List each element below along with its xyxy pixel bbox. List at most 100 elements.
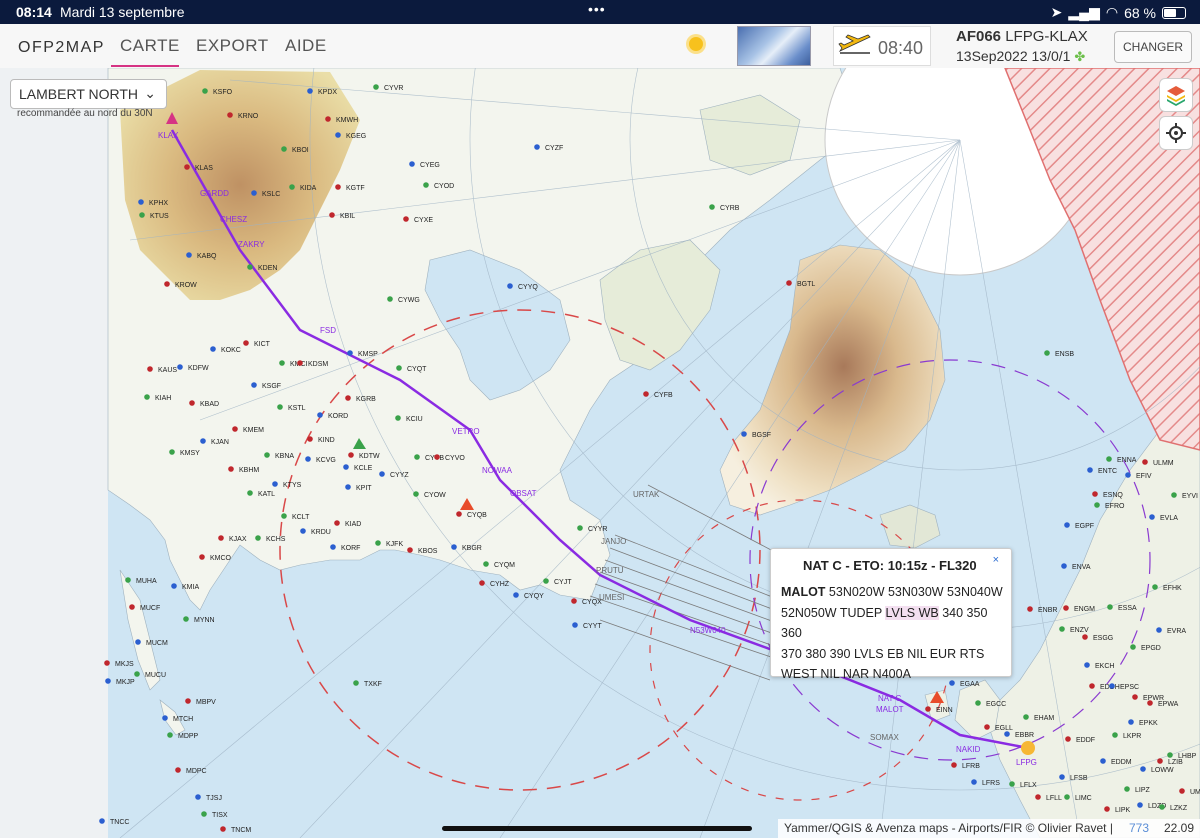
- airport-marker[interactable]: [348, 452, 354, 458]
- airport-marker[interactable]: [164, 281, 170, 287]
- flight-map[interactable]: KLAX GARDD CHESZ ZAKRY FSD VETRO NOWAA OBSAT N53…: [0, 68, 1200, 838]
- airport-marker[interactable]: [1124, 786, 1130, 792]
- airport-marker[interactable]: [232, 426, 238, 432]
- airport-marker[interactable]: [134, 671, 140, 677]
- airport-marker[interactable]: [144, 394, 150, 400]
- airport-marker[interactable]: [325, 116, 331, 122]
- airport-marker[interactable]: [169, 449, 175, 455]
- airport-marker[interactable]: [741, 431, 747, 437]
- airport-marker[interactable]: [183, 616, 189, 622]
- airport-marker[interactable]: [1100, 758, 1106, 764]
- airport-marker[interactable]: [1061, 563, 1067, 569]
- airport-marker[interactable]: [1112, 732, 1118, 738]
- airport-marker[interactable]: [1027, 606, 1033, 612]
- airport-marker[interactable]: [1084, 662, 1090, 668]
- airport-marker[interactable]: [199, 554, 205, 560]
- airport-marker[interactable]: [1157, 758, 1163, 764]
- airport-marker[interactable]: [1104, 806, 1110, 812]
- airport-marker[interactable]: [1137, 802, 1143, 808]
- airport-marker[interactable]: [507, 283, 513, 289]
- airport-marker[interactable]: [218, 535, 224, 541]
- airport-marker[interactable]: [1171, 492, 1177, 498]
- airport-marker[interactable]: [403, 216, 409, 222]
- airport-marker[interactable]: [1125, 472, 1131, 478]
- airport-marker[interactable]: [483, 561, 489, 567]
- airport-marker[interactable]: [1087, 467, 1093, 473]
- airport-marker[interactable]: [1064, 522, 1070, 528]
- airport-marker[interactable]: [330, 544, 336, 550]
- airport-marker[interactable]: [379, 471, 385, 477]
- airport-marker[interactable]: [971, 779, 977, 785]
- airport-marker[interactable]: [451, 544, 457, 550]
- airport-marker[interactable]: [200, 438, 206, 444]
- airport-marker[interactable]: [1156, 627, 1162, 633]
- airport-marker[interactable]: [984, 724, 990, 730]
- airport-marker[interactable]: [1044, 350, 1050, 356]
- airport-marker[interactable]: [251, 382, 257, 388]
- airport-marker[interactable]: [1094, 502, 1100, 508]
- airport-marker[interactable]: [228, 466, 234, 472]
- airport-marker[interactable]: [297, 360, 303, 366]
- airport-marker[interactable]: [1109, 683, 1115, 689]
- airport-marker[interactable]: [289, 184, 295, 190]
- airport-marker[interactable]: [281, 146, 287, 152]
- airport-marker[interactable]: [171, 583, 177, 589]
- airport-marker[interactable]: [272, 481, 278, 487]
- airport-marker[interactable]: [1059, 774, 1065, 780]
- airport-marker[interactable]: [572, 622, 578, 628]
- airport-marker[interactable]: [243, 340, 249, 346]
- airport-marker[interactable]: [227, 112, 233, 118]
- airport-marker[interactable]: [1063, 605, 1069, 611]
- airport-marker[interactable]: [247, 490, 253, 496]
- airport-marker[interactable]: [202, 88, 208, 94]
- airport-marker[interactable]: [345, 484, 351, 490]
- airport-marker[interactable]: [1059, 626, 1065, 632]
- tab-carte[interactable]: CARTE: [120, 36, 180, 56]
- airport-marker[interactable]: [709, 204, 715, 210]
- airport-marker[interactable]: [396, 365, 402, 371]
- airport-marker[interactable]: [571, 598, 577, 604]
- airport-marker[interactable]: [387, 296, 393, 302]
- airport-marker[interactable]: [1023, 714, 1029, 720]
- airport-marker[interactable]: [414, 454, 420, 460]
- airport-marker[interactable]: [409, 161, 415, 167]
- airport-marker[interactable]: [434, 454, 440, 460]
- airport-marker[interactable]: [353, 680, 359, 686]
- airport-marker[interactable]: [335, 184, 341, 190]
- airport-marker[interactable]: [175, 767, 181, 773]
- airport-marker[interactable]: [195, 794, 201, 800]
- airport-marker[interactable]: [479, 580, 485, 586]
- airport-marker[interactable]: [105, 678, 111, 684]
- airport-marker[interactable]: [1009, 781, 1015, 787]
- airport-marker[interactable]: [162, 715, 168, 721]
- airport-marker[interactable]: [220, 826, 226, 832]
- eta-clock-box[interactable]: 08:40: [833, 26, 931, 66]
- airport-marker[interactable]: [189, 400, 195, 406]
- airport-marker[interactable]: [1004, 731, 1010, 737]
- airport-marker[interactable]: [534, 144, 540, 150]
- airport-marker[interactable]: [335, 132, 341, 138]
- tab-aide[interactable]: AIDE: [285, 36, 327, 56]
- close-icon[interactable]: ×: [993, 554, 999, 566]
- airport-marker[interactable]: [305, 456, 311, 462]
- sun-icon[interactable]: [689, 37, 703, 51]
- airport-marker[interactable]: [1152, 584, 1158, 590]
- airport-marker[interactable]: [1167, 752, 1173, 758]
- airport-marker[interactable]: [345, 395, 351, 401]
- airport-marker[interactable]: [1159, 804, 1165, 810]
- airport-marker[interactable]: [343, 464, 349, 470]
- airport-marker[interactable]: [1064, 794, 1070, 800]
- airport-marker[interactable]: [334, 520, 340, 526]
- airport-marker[interactable]: [139, 212, 145, 218]
- airport-marker[interactable]: [129, 604, 135, 610]
- airport-marker[interactable]: [413, 491, 419, 497]
- airport-marker[interactable]: [177, 364, 183, 370]
- airport-marker[interactable]: [373, 84, 379, 90]
- airport-marker[interactable]: [1149, 514, 1155, 520]
- airport-marker[interactable]: [277, 404, 283, 410]
- airport-marker[interactable]: [643, 391, 649, 397]
- airport-marker[interactable]: [1130, 644, 1136, 650]
- airport-marker[interactable]: [1089, 683, 1095, 689]
- airport-marker[interactable]: [1128, 719, 1134, 725]
- airport-marker[interactable]: [251, 190, 257, 196]
